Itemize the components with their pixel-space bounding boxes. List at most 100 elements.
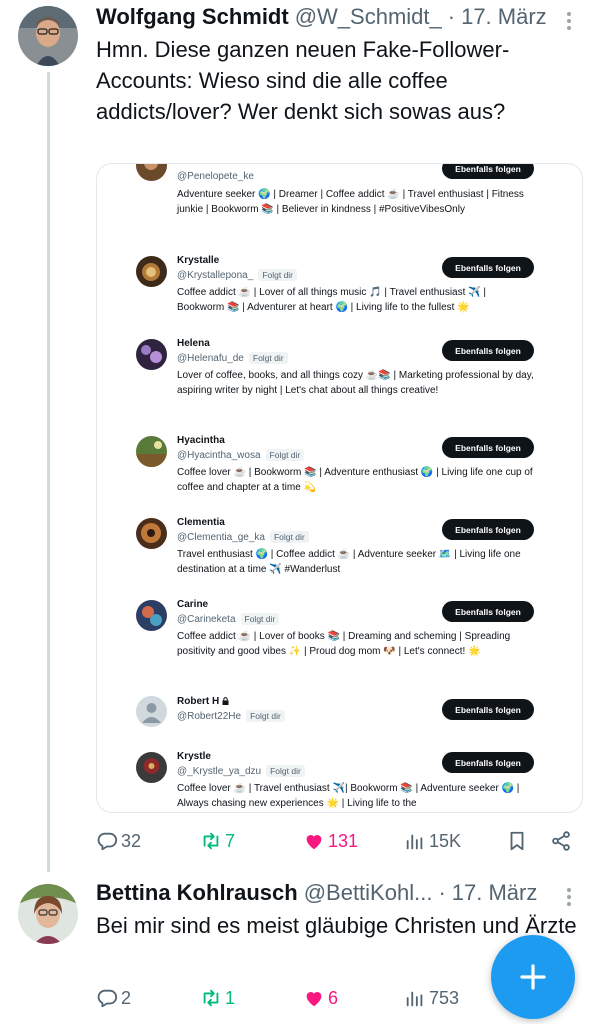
account-bio: Coffee lover ☕ | Bookworm 📚 | Adventure … xyxy=(177,467,533,493)
account-avatar xyxy=(136,752,167,783)
views-count: 753 xyxy=(429,987,460,1008)
follow-back-button: Ebenfalls folgen xyxy=(442,752,534,773)
author-name[interactable]: Bettina Kohlrausch xyxy=(96,880,298,906)
lock-icon xyxy=(222,697,229,705)
account-handle-row: @Helenafu_de Folgt dir xyxy=(177,352,288,364)
bookmark-button[interactable] xyxy=(506,830,528,852)
share-button[interactable] xyxy=(550,830,572,852)
reply-count: 2 xyxy=(121,987,132,1008)
heart-icon xyxy=(306,835,322,850)
reply-button[interactable]: 32 xyxy=(96,830,141,852)
account-handle-row: @Carineketa Folgt dir xyxy=(177,613,280,625)
account-handle-row: @Clementia_ge_ka Folgt dir xyxy=(177,531,309,543)
account-avatar xyxy=(136,256,167,287)
account-handle: @_Krystle_ya_dzu xyxy=(177,766,262,777)
default-avatar-icon xyxy=(136,696,167,727)
like-count: 131 xyxy=(328,830,359,851)
separator-dot: · xyxy=(447,4,456,29)
tweet-text: Bei mir sind es meist gläubige Christen … xyxy=(96,913,577,938)
follow-back-button: Ebenfalls folgen xyxy=(442,164,534,179)
account-handle: @Carineketa xyxy=(177,614,236,625)
retweet-count: 7 xyxy=(225,830,236,851)
like-button[interactable]: 131 xyxy=(303,830,358,852)
follows-you-badge: Folgt dir xyxy=(265,449,305,461)
account-handle: @Hyacintha_wosa xyxy=(177,450,261,461)
tweet-text: Hmn. Diese ganzen neuen Fake-Follower-Ac… xyxy=(96,37,510,124)
account-name: Helena xyxy=(177,338,210,349)
author-name[interactable]: Wolfgang Schmidt xyxy=(96,4,289,30)
compose-tweet-button[interactable] xyxy=(491,935,575,1019)
account-handle: @Clementia_ge_ka xyxy=(177,532,265,543)
tweet-header: Wolfgang Schmidt @W_Schmidt_ · 17. März xyxy=(96,4,561,34)
reply-count: 32 xyxy=(121,830,142,851)
share-icon xyxy=(552,831,570,851)
retweet-count: 1 xyxy=(225,987,236,1008)
account-bio: Coffee lover ☕ | Travel enthusiast ✈️| B… xyxy=(177,783,520,809)
account-handle: @Krystallepona_ xyxy=(177,270,254,281)
views-icon xyxy=(406,834,423,850)
follows-you-badge: Folgt dir xyxy=(269,531,309,543)
account-handle: @Helenafu_de xyxy=(177,353,244,364)
tweet-header: Bettina Kohlrausch @BettiKohl... · 17. M… xyxy=(96,880,561,910)
account-avatar xyxy=(136,339,167,370)
follow-back-button: Ebenfalls folgen xyxy=(442,601,534,622)
tweet-date[interactable]: 17. März xyxy=(461,4,547,30)
views-button[interactable]: 15K xyxy=(404,830,461,852)
follows-you-badge: Folgt dir xyxy=(240,613,280,625)
follows-you-badge: Folgt dir xyxy=(258,269,298,281)
follow-back-button: Ebenfalls folgen xyxy=(442,257,534,278)
account-handle-row: @Krystallepona_ Folgt dir xyxy=(177,269,298,281)
follows-you-badge: Folgt dir xyxy=(246,710,285,722)
bookmark-icon xyxy=(510,831,524,851)
account-name: Hyacintha xyxy=(177,435,225,446)
retweet-icon xyxy=(203,832,219,850)
author-handle[interactable]: @BettiKohl... xyxy=(304,880,433,906)
account-handle: @Penelopete_ke xyxy=(177,171,254,182)
account-bio: Travel enthusiast 🌍 | Coffee addict ☕ | … xyxy=(177,549,521,575)
tweet-wolfgang[interactable]: Wolfgang Schmidt @W_Schmidt_ · 17. März … xyxy=(0,0,601,870)
account-name: Carine xyxy=(177,599,209,610)
retweet-icon xyxy=(203,989,219,1007)
avatar-bettina[interactable] xyxy=(18,884,78,944)
avatar-wolfgang[interactable] xyxy=(18,6,78,66)
tweet-image[interactable]: @Penelopete_ke Ebenfalls folgen Adventur… xyxy=(96,163,583,813)
account-name: Krystle xyxy=(177,751,211,762)
reply-icon xyxy=(97,832,118,851)
follow-back-button: Ebenfalls folgen xyxy=(442,519,534,540)
views-button[interactable]: 753 xyxy=(404,987,459,1009)
separator-dot: · xyxy=(438,880,446,905)
reply-button[interactable]: 2 xyxy=(96,987,131,1009)
account-bio: Coffee addict ☕ | Lover of all things mu… xyxy=(177,287,486,313)
account-avatar xyxy=(136,164,167,181)
tweet-actions: 32 7 131 15K xyxy=(96,826,577,856)
account-bio: Adventure seeker 🌍 | Dreamer | Coffee ad… xyxy=(177,189,524,215)
account-avatar xyxy=(136,436,167,467)
account-name: Robert H xyxy=(177,696,220,707)
account-avatar xyxy=(136,518,167,549)
views-icon xyxy=(406,991,423,1007)
account-name: Krystalle xyxy=(177,255,220,266)
account-handle-row: @Hyacintha_wosa Folgt dir xyxy=(177,449,305,461)
tweet-date[interactable]: 17. März xyxy=(452,880,538,906)
account-name-row: Robert H xyxy=(177,696,229,707)
account-name: Clementia xyxy=(177,517,225,528)
account-bio: Coffee addict ☕ | Lover of books 📚 | Dre… xyxy=(177,631,511,657)
like-button[interactable]: 6 xyxy=(303,987,338,1009)
follow-back-button: Ebenfalls folgen xyxy=(442,699,534,720)
more-icon[interactable] xyxy=(559,6,579,36)
heart-icon xyxy=(306,992,322,1007)
follow-back-button: Ebenfalls folgen xyxy=(442,340,534,361)
like-count: 6 xyxy=(328,987,339,1008)
retweet-button[interactable]: 7 xyxy=(200,830,235,852)
compose-plus-icon xyxy=(520,964,546,990)
account-handle: @Robert22He xyxy=(177,711,242,722)
follows-you-badge: Folgt dir xyxy=(266,765,305,777)
account-bio: Lover of coffee, books, and all things c… xyxy=(177,370,534,396)
follow-back-button: Ebenfalls folgen xyxy=(442,437,534,458)
retweet-button[interactable]: 1 xyxy=(200,987,235,1009)
account-avatar xyxy=(136,600,167,631)
views-count: 15K xyxy=(429,830,462,851)
author-handle[interactable]: @W_Schmidt_ xyxy=(295,4,442,30)
more-icon[interactable] xyxy=(559,882,579,912)
account-handle-row: @_Krystle_ya_dzu Folgt dir xyxy=(177,765,305,777)
